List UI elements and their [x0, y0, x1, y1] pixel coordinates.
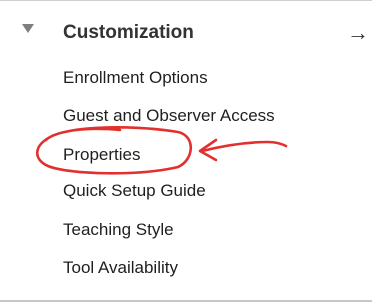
arrow-shaft	[200, 140, 288, 153]
menu-item-tool-availability[interactable]: Tool Availability	[63, 256, 178, 280]
section-title: Customization	[63, 22, 194, 43]
course-management-panel: Customization → Enrollment Options Guest…	[0, 0, 372, 308]
menu-item-properties[interactable]: Properties	[63, 143, 140, 167]
menu-item-enrollment-options[interactable]: Enrollment Options	[63, 66, 208, 90]
arrow-head	[198, 138, 218, 162]
menu-item-guest-and-observer-access[interactable]: Guest and Observer Access	[63, 104, 275, 128]
arrow-right-icon[interactable]: →	[347, 18, 369, 48]
bottom-divider	[0, 300, 372, 302]
menu-item-teaching-style[interactable]: Teaching Style	[63, 218, 174, 242]
section-header-customization[interactable]: Customization →	[0, 18, 372, 52]
triangle-down-icon[interactable]	[22, 24, 34, 33]
menu-item-quick-setup-guide[interactable]: Quick Setup Guide	[63, 179, 206, 203]
top-divider	[0, 0, 372, 1]
